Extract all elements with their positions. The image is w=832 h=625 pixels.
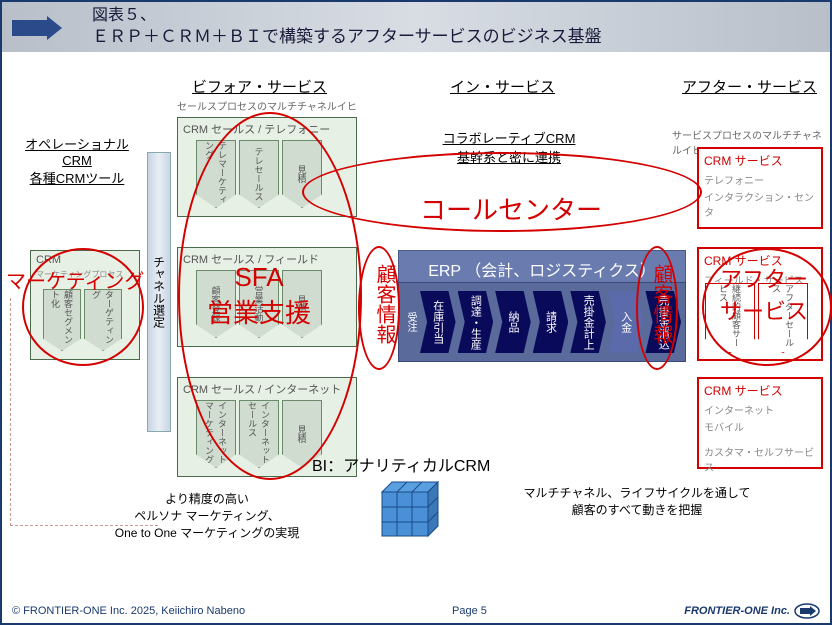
label-callcenter: コールセンター bbox=[420, 190, 602, 227]
col-after: アフター・サービス bbox=[682, 76, 817, 97]
col-in: イン・サービス bbox=[450, 76, 555, 97]
crm-telephony-box: CRM セールス / テレフォニー テレマーケティング テレセールス 見積 bbox=[177, 117, 357, 217]
erp-flow: 受注 在庫引当 調達・生産 納品 請求 売掛金計上 入金 売掛金消込 bbox=[398, 282, 686, 362]
header-arrow-icon bbox=[12, 16, 62, 40]
crm-service-telephony: CRM サービス テレフォニー インタラクション・センタ bbox=[697, 147, 823, 229]
collaborative-crm-label: コラボレーティブCRM 基幹系と密に連携 bbox=[434, 128, 584, 166]
footer: © FRONTIER-ONE Inc. 2025, Keiichiro Nabe… bbox=[12, 603, 820, 619]
label-customer-info-left: 顧客情報 bbox=[370, 264, 399, 344]
crm-service-field: CRM サービス フィールド・サービス 継続的顧客サービス アフターセールス bbox=[697, 247, 823, 361]
brand-arrow-icon bbox=[794, 603, 820, 619]
footer-copyright: © FRONTIER-ONE Inc. 2025, Keiichiro Nabe… bbox=[12, 605, 245, 617]
bi-title: BI：アナリティカルCRM bbox=[312, 452, 490, 476]
title-line1: 図表５、 bbox=[92, 6, 602, 27]
bi-cube-icon bbox=[370, 474, 450, 549]
col-before-sub: セールスプロセスのマルチチャネルイヒ bbox=[177, 98, 357, 113]
crm-service-internet: CRM サービス インターネット モバイル カスタマ・セルフサービス bbox=[697, 377, 823, 469]
col-before: ビフォア・サービス bbox=[192, 76, 327, 97]
bottom-right-text: マルチチャネル、ライフサイクルを通して 顧客のすべて動きを把握 bbox=[512, 484, 762, 518]
ellipse-customer-left bbox=[358, 246, 400, 370]
operational-crm-label: オペレーショナルCRM 各種CRMツール bbox=[12, 134, 142, 187]
channel-bar: チャネル選定 bbox=[147, 152, 171, 432]
diagram-canvas: ビフォア・サービス セールスプロセスのマルチチャネルイヒ イン・サービス アフタ… bbox=[2, 52, 830, 592]
crm-field-box: CRM セールス / フィールド 顧客登録 営業活動 見積 bbox=[177, 247, 357, 347]
title-line2: ＥＲＰ＋ＣＲＭ＋ＢＩで構築するアフターサービスのビジネス基盤 bbox=[92, 26, 602, 48]
crm-marketing-box: CRM マーケティングプロセス 顧客セグメント化 ターゲティング bbox=[30, 250, 140, 360]
footer-page: Page 5 bbox=[452, 605, 487, 617]
page-title: 図表５、 ＥＲＰ＋ＣＲＭ＋ＢＩで構築するアフターサービスのビジネス基盤 bbox=[92, 6, 602, 49]
bottom-left-text: より精度の高い ペルソナ マーケティング、 One to One マーケティング… bbox=[92, 490, 322, 541]
header-bar: 図表５、 ＥＲＰ＋ＣＲＭ＋ＢＩで構築するアフターサービスのビジネス基盤 bbox=[2, 2, 830, 52]
footer-brand: FRONTIER-ONE Inc. bbox=[684, 603, 820, 619]
